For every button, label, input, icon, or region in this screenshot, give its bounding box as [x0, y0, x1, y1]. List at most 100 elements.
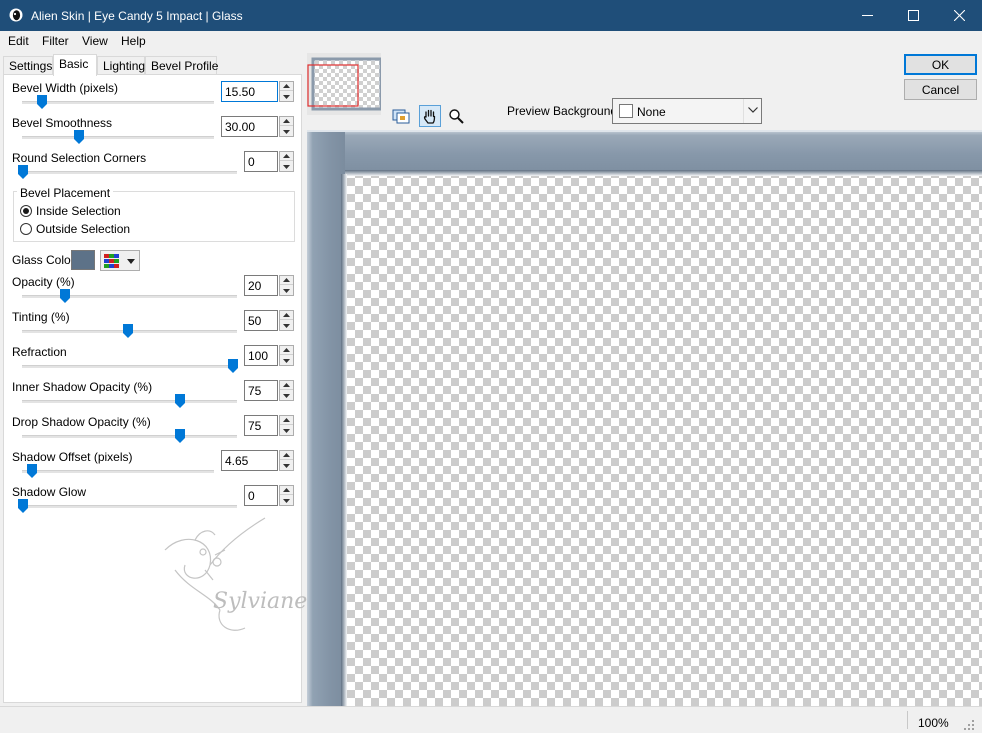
- spin-up-icon[interactable]: [280, 117, 293, 126]
- window-title: Alien Skin | Eye Candy 5 Impact | Glass: [31, 9, 243, 23]
- bevel-width-spinner[interactable]: 15.50: [221, 81, 294, 102]
- bevel-smoothness-input[interactable]: 30.00: [221, 116, 278, 137]
- navigate-button[interactable]: [390, 105, 412, 127]
- menu-filter[interactable]: Filter: [42, 34, 69, 48]
- shadow-glow-track[interactable]: [22, 505, 237, 508]
- spin-up-icon[interactable]: [280, 486, 293, 495]
- opacity-input[interactable]: 20: [244, 275, 278, 296]
- tinting-input[interactable]: 50: [244, 310, 278, 331]
- drop-shadow-input[interactable]: 75: [244, 415, 278, 436]
- inner-shadow-input[interactable]: 75: [244, 380, 278, 401]
- tab-basic[interactable]: Basic: [53, 54, 97, 76]
- shadow-glow-slider[interactable]: [18, 499, 28, 513]
- shadow-offset-arrows[interactable]: [279, 450, 294, 471]
- drop-shadow-slider[interactable]: [175, 429, 185, 443]
- preview-thumbnail[interactable]: [307, 53, 383, 115]
- spin-up-icon[interactable]: [280, 276, 293, 285]
- outside-selection-radio[interactable]: [20, 223, 32, 235]
- shadow-glow-arrows[interactable]: [279, 485, 294, 506]
- shadow-glow-input[interactable]: 0: [244, 485, 278, 506]
- bevel-width-track[interactable]: [22, 101, 214, 104]
- tab-settings[interactable]: Settings: [3, 56, 53, 75]
- refraction-label: Refraction: [12, 345, 67, 359]
- spin-down-icon[interactable]: [280, 391, 293, 400]
- opacity-spinner[interactable]: 20: [244, 275, 294, 296]
- menu-view[interactable]: View: [82, 34, 108, 48]
- inner-shadow-slider[interactable]: [175, 394, 185, 408]
- inner-shadow-track[interactable]: [22, 400, 237, 403]
- menu-edit[interactable]: Edit: [8, 34, 29, 48]
- color-palette-button[interactable]: [100, 250, 140, 271]
- spin-down-icon[interactable]: [280, 461, 293, 470]
- spin-down-icon[interactable]: [280, 496, 293, 505]
- drop-shadow-track[interactable]: [22, 435, 237, 438]
- spin-down-icon[interactable]: [280, 162, 293, 171]
- bevel-smoothness-slider[interactable]: [74, 130, 84, 144]
- bevel-smoothness-track[interactable]: [22, 136, 214, 139]
- round-corners-input[interactable]: 0: [244, 151, 278, 172]
- refraction-arrows[interactable]: [279, 345, 294, 366]
- spin-down-icon[interactable]: [280, 127, 293, 136]
- preview-background-dropdown[interactable]: None: [612, 98, 762, 124]
- spin-down-icon[interactable]: [280, 356, 293, 365]
- minimize-button[interactable]: [844, 0, 890, 31]
- tinting-arrows[interactable]: [279, 310, 294, 331]
- resize-grip-icon[interactable]: [963, 719, 975, 731]
- shadow-glow-spinner[interactable]: 0: [244, 485, 294, 506]
- inside-selection-label[interactable]: Inside Selection: [36, 204, 121, 218]
- opacity-slider[interactable]: [60, 289, 70, 303]
- bevel-width-input[interactable]: 15.50: [221, 81, 278, 102]
- maximize-button[interactable]: [890, 0, 936, 31]
- drop-shadow-spinner[interactable]: 75: [244, 415, 294, 436]
- bevel-smoothness-spinner[interactable]: 30.00: [221, 116, 294, 137]
- refraction-track[interactable]: [22, 365, 237, 368]
- refraction-spinner[interactable]: 100: [244, 345, 294, 366]
- bevel-smoothness-arrows[interactable]: [279, 116, 294, 137]
- drop-shadow-arrows[interactable]: [279, 415, 294, 436]
- bevel-width-arrows[interactable]: [279, 81, 294, 102]
- spin-up-icon[interactable]: [280, 152, 293, 161]
- round-corners-spinner[interactable]: 0: [244, 151, 294, 172]
- round-corners-track[interactable]: [22, 171, 237, 174]
- opacity-track[interactable]: [22, 295, 237, 298]
- tab-lighting[interactable]: Lighting: [97, 56, 145, 75]
- spin-up-icon[interactable]: [280, 82, 293, 91]
- shadow-offset-spinner[interactable]: 4.65: [221, 450, 294, 471]
- opacity-arrows[interactable]: [279, 275, 294, 296]
- shadow-offset-track[interactable]: [22, 470, 214, 473]
- glass-color-swatch[interactable]: [71, 250, 95, 270]
- zoom-level: 100%: [918, 716, 949, 730]
- opacity-label: Opacity (%): [12, 275, 75, 289]
- menu-help[interactable]: Help: [121, 34, 146, 48]
- zoom-tool-button[interactable]: [445, 105, 467, 127]
- spin-up-icon[interactable]: [280, 311, 293, 320]
- bevel-width-slider[interactable]: [37, 95, 47, 109]
- spin-up-icon[interactable]: [280, 346, 293, 355]
- inner-shadow-arrows[interactable]: [279, 380, 294, 401]
- cancel-button[interactable]: Cancel: [904, 79, 977, 100]
- spin-up-icon[interactable]: [280, 451, 293, 460]
- spin-down-icon[interactable]: [280, 321, 293, 330]
- close-button[interactable]: [936, 0, 982, 31]
- outside-selection-label[interactable]: Outside Selection: [36, 222, 130, 236]
- shadow-offset-input[interactable]: 4.65: [221, 450, 278, 471]
- spin-down-icon[interactable]: [280, 286, 293, 295]
- tinting-slider[interactable]: [123, 324, 133, 338]
- spin-down-icon[interactable]: [280, 426, 293, 435]
- preview-canvas[interactable]: [307, 130, 982, 706]
- ok-button[interactable]: OK: [904, 54, 977, 75]
- spin-up-icon[interactable]: [280, 381, 293, 390]
- refraction-slider[interactable]: [228, 359, 238, 373]
- hand-tool-button[interactable]: [419, 105, 441, 127]
- spin-up-icon[interactable]: [280, 416, 293, 425]
- round-corners-arrows[interactable]: [279, 151, 294, 172]
- status-divider: [907, 711, 908, 729]
- tab-bevel-profile[interactable]: Bevel Profile: [145, 56, 218, 75]
- inner-shadow-spinner[interactable]: 75: [244, 380, 294, 401]
- spin-down-icon[interactable]: [280, 92, 293, 101]
- shadow-offset-slider[interactable]: [27, 464, 37, 478]
- refraction-input[interactable]: 100: [244, 345, 278, 366]
- inside-selection-radio[interactable]: [20, 205, 32, 217]
- round-corners-slider[interactable]: [18, 165, 28, 179]
- tinting-spinner[interactable]: 50: [244, 310, 294, 331]
